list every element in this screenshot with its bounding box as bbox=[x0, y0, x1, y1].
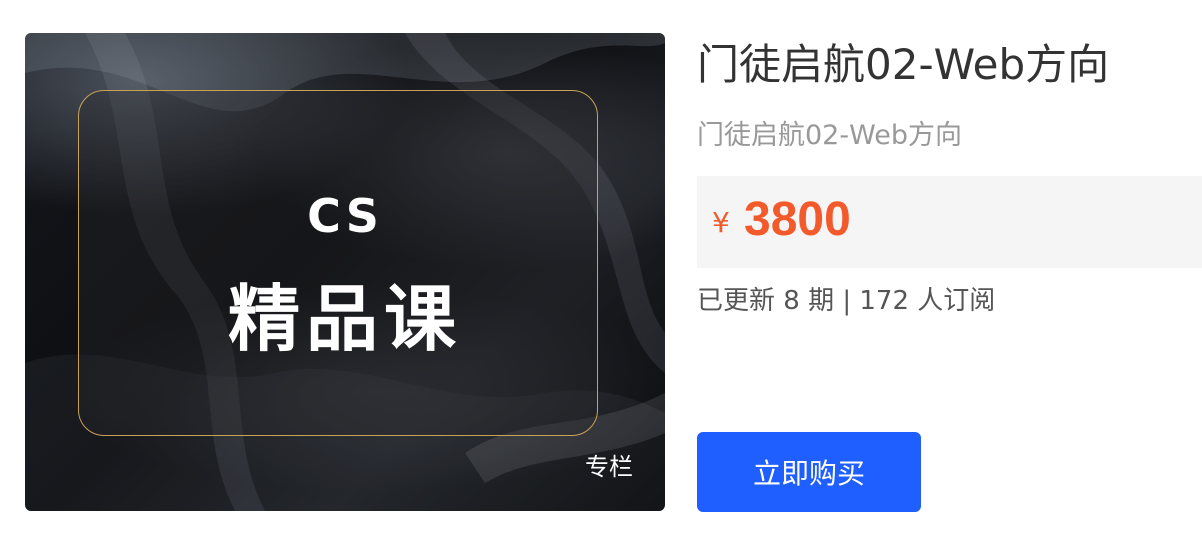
cover-gold-frame bbox=[78, 90, 598, 436]
cover-headline: CS bbox=[307, 189, 383, 243]
price-box: ¥ 3800 bbox=[697, 176, 1202, 268]
product-title[interactable]: 门徒启航02-Web方向 bbox=[697, 40, 1109, 90]
price-amount: 3800 bbox=[744, 193, 851, 246]
cover-course-label: 精品课 bbox=[227, 277, 462, 361]
column-type-tag: 专栏 bbox=[585, 453, 633, 481]
buy-now-button[interactable]: 立即购买 bbox=[697, 432, 921, 512]
currency-symbol: ¥ bbox=[712, 206, 730, 239]
product-page: CS 精品课 专栏 门徒启航02-Web方向 门徒启航02-Web方向 ¥ 38… bbox=[0, 0, 1202, 547]
course-cover-image[interactable]: CS 精品课 专栏 bbox=[25, 33, 665, 511]
subscription-stats: 已更新 8 期 | 172 人订阅 bbox=[697, 286, 996, 316]
product-subtitle: 门徒启航02-Web方向 bbox=[697, 120, 962, 151]
